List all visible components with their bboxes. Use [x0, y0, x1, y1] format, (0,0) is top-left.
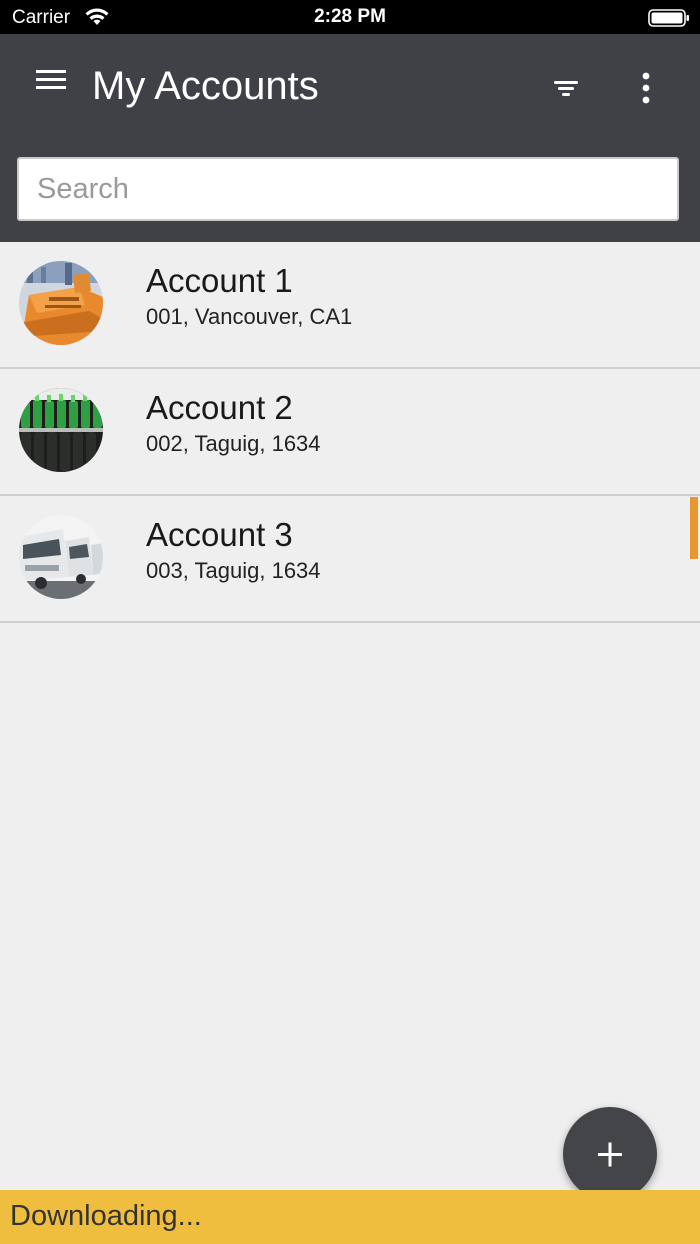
- account-name: Account 1: [146, 262, 293, 299]
- add-account-button[interactable]: [563, 1107, 657, 1201]
- account-address: 002, Taguig, 1634: [146, 431, 321, 456]
- search-input[interactable]: [17, 157, 679, 221]
- scroll-indicator[interactable]: [690, 497, 698, 559]
- battery-full-icon: [648, 9, 690, 32]
- account-name: Account 2: [146, 389, 293, 426]
- page-title: My Accounts: [92, 64, 319, 108]
- account-list: Account 1 001, Vancouver, CA1 Account 2 …: [0, 242, 700, 623]
- plus-icon: [598, 1142, 622, 1167]
- account-row-3[interactable]: Account 3 003, Taguig, 1634: [0, 496, 700, 623]
- download-status-bar: Downloading...: [0, 1190, 700, 1244]
- account-row-1[interactable]: Account 1 001, Vancouver, CA1: [0, 242, 700, 369]
- download-status-text: Downloading...: [10, 1200, 202, 1232]
- status-time: 2:28 PM: [314, 6, 386, 27]
- hamburger-menu-icon[interactable]: [34, 67, 68, 95]
- more-vertical-icon[interactable]: [630, 70, 662, 108]
- account-row-2[interactable]: Account 2 002, Taguig, 1634: [0, 369, 700, 496]
- white-trucks-photo: [19, 515, 103, 599]
- account-address: 003, Taguig, 1634: [146, 558, 321, 583]
- status-bar: Carrier 2:28 PM: [0, 0, 700, 34]
- app-bar: My Accounts: [0, 34, 700, 242]
- account-address: 001, Vancouver, CA1: [146, 304, 353, 329]
- construction-loader-photo: [19, 261, 103, 345]
- account-name: Account 3: [146, 516, 293, 553]
- green-bottles-photo: [19, 388, 103, 472]
- filter-icon[interactable]: [548, 72, 584, 104]
